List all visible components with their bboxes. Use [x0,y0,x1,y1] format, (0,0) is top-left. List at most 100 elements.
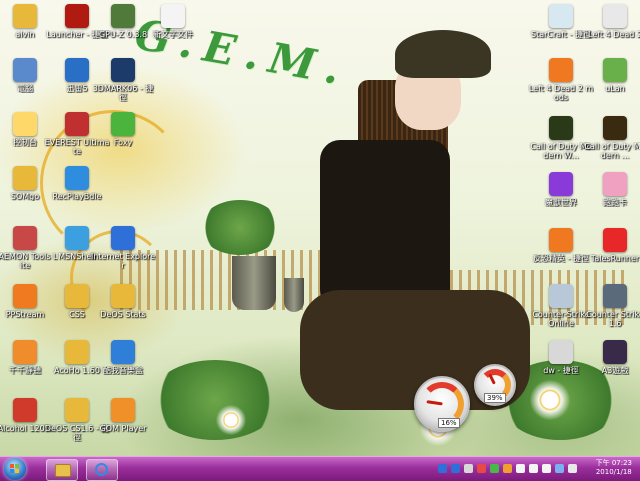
volume-icon[interactable] [529,464,538,473]
alcohol-icon [13,398,37,422]
desktop-icon-label: RecPlayBdle [52,192,102,201]
dw-icon [549,340,573,364]
app-tray-icon-3[interactable] [490,464,499,473]
app-tray-icon-1[interactable] [464,464,473,473]
desktop-icon-label: Counter Strike 1.6 [586,310,640,328]
desktop-icon-label: 新文字文件 [153,30,193,39]
desktop-icon-right-13[interactable]: A3遊戲 [582,340,640,375]
windows-logo-icon [15,464,19,468]
internet-explorer-icon [95,463,108,476]
desktop-icon-left-20[interactable]: 酷我音樂盒 [90,340,156,375]
desktop-icon-label: GOM Player [99,424,147,433]
desktop[interactable]: G.E.M. alvin Launcher - 捷徑 GPU-Z 0.3.8 新文字文… [0,0,640,456]
desktop-icon-left-14[interactable]: Internet Explorer [90,226,156,270]
desktop-icon-right-1[interactable]: Left 4 Dead 2 [582,4,640,39]
wallpaper-pot [232,256,276,310]
desktop-icon-label: Internet Explorer [90,252,156,270]
windows-logo-icon [10,469,14,473]
wallpaper-flower [216,405,246,435]
clock-time: 下午 07:23 [595,459,632,467]
network-icon[interactable] [542,464,551,473]
desktop-icon-label: 酷我音樂盒 [103,366,143,375]
desktop-icon-left-23[interactable]: GOM Player [90,398,156,433]
app-tray-icon-5[interactable] [555,464,564,473]
desktop-icon-left-17[interactable]: DeOS Stats [90,284,156,319]
desktop-icon-label: 跑跑卡 [603,198,627,207]
talesrunner-icon [603,228,627,252]
daemon-tools-icon [13,226,37,250]
gom-player-icon [111,398,135,422]
cpu-meter-gadget[interactable]: 16% [414,376,470,432]
msnshell-icon [65,226,89,250]
cod-mw2-icon [549,116,573,140]
taskbar-windows-explorer[interactable] [46,459,78,481]
desktop-icon-right-11[interactable]: Counter Strike 1.6 [582,284,640,328]
memory-readout: 39% [484,393,506,403]
clock-date: 2010/1/18 [595,468,632,476]
desktop-icon-label: Foxy [113,138,133,147]
thunder-icon [65,58,89,82]
cso-icon [549,284,573,308]
language-icon[interactable] [438,464,447,473]
folder-icon [111,284,135,308]
folder-icon [13,4,37,28]
3dmark-icon [111,58,135,82]
help-icon[interactable] [451,464,460,473]
folder-icon [65,340,89,364]
a3-icon [603,340,627,364]
kuwo-icon [111,340,135,364]
desktop-icon-label: 3DMARK06 - 捷徑 [92,84,154,102]
wallpaper-figure-cap [395,30,491,78]
app-tray-icon-2[interactable] [477,464,486,473]
desktop-icon-right-3[interactable]: uLan [582,58,640,93]
ie-icon [111,226,135,250]
desktop-icon-right-7[interactable]: 跑跑卡 [582,172,640,207]
computer-icon [13,58,37,82]
desktop-icon-left-6[interactable]: 3DMARK06 - 捷徑 [90,58,156,102]
ulan-icon [603,58,627,82]
wallpaper-figure-body [320,140,450,310]
folder-icon [13,166,37,190]
desktop-icon-right-5[interactable]: Call of Duty Modern ... [582,116,640,160]
folder-icon [65,398,89,422]
windows-logo-icon [15,469,19,473]
start-button[interactable] [4,458,26,480]
desktop-icon-right-9[interactable]: TalesRunner [582,228,640,263]
taskbar-internet-explorer[interactable] [86,459,118,481]
recplay-icon [65,166,89,190]
flag-icon[interactable] [516,464,525,473]
wallpaper-pot [284,278,304,312]
text-file-icon [161,4,185,28]
wallpaper-flower [530,380,570,420]
everest-icon [65,112,89,136]
memory-meter-gadget[interactable]: 39% [474,364,516,406]
taskbar-clock[interactable]: 下午 07:23 2010/1/18 [596,459,632,477]
launcher-icon [65,4,89,28]
desktop-icon-left-11[interactable]: RecPlayBdle [44,166,110,201]
ppstream-icon [13,284,37,308]
desktop-icon-label: A3遊戲 [601,366,629,375]
l4d-mods-icon [549,58,573,82]
windows-explorer-icon [55,464,71,477]
ttplayer-icon [13,340,37,364]
desktop-icon-label: uLan [605,84,625,93]
foxy-icon [111,112,135,136]
app-tray-icon-6[interactable] [568,464,577,473]
desktop-icon-left-9[interactable]: Foxy [90,112,156,147]
gpuz-icon [111,4,135,28]
desktop-icon-label: TalesRunner [590,254,640,263]
kart-icon [603,172,627,196]
cs-icon [603,284,627,308]
desktop-icon-label: Call of Duty Modern ... [584,142,640,160]
wallpaper-bush [200,200,280,255]
starcraft-icon [549,4,573,28]
wallpaper-bush [150,360,280,440]
l4d2-icon [603,4,627,28]
app-tray-icon-4[interactable] [503,464,512,473]
desktop-icon-left-3[interactable]: 新文字文件 [140,4,206,39]
control-panel-icon [13,112,37,136]
half-life-icon [549,228,573,252]
desktop-icon-label: Left 4 Dead 2 [588,30,640,39]
taskbar: 下午 07:23 2010/1/18 [0,456,640,481]
folder-icon [65,284,89,308]
